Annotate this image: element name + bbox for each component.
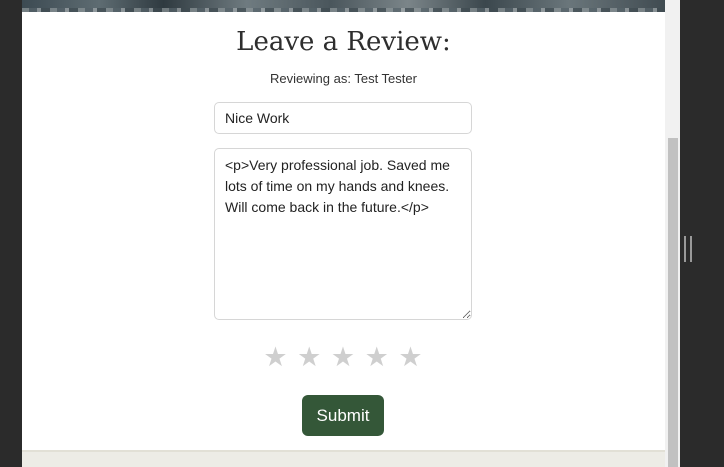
star-2-icon[interactable]: ★ xyxy=(297,341,322,373)
star-1-icon[interactable]: ★ xyxy=(263,341,288,373)
hero-image xyxy=(22,0,665,12)
review-body-textarea[interactable]: <p>Very professional job. Saved me lots … xyxy=(214,148,472,320)
review-subject-input[interactable] xyxy=(214,102,472,134)
reviewer-label: Reviewing as: Test Tester xyxy=(270,71,417,86)
star-4-icon[interactable]: ★ xyxy=(365,341,390,373)
star-3-icon[interactable]: ★ xyxy=(331,341,356,373)
star-5-icon[interactable]: ★ xyxy=(398,341,423,373)
submit-button[interactable]: Submit xyxy=(302,395,384,436)
panel-resize-handle[interactable] xyxy=(684,236,692,262)
star-rating: ★ ★ ★ ★ ★ xyxy=(22,341,665,373)
review-page: Leave a Review: Reviewing as: Test Teste… xyxy=(22,0,665,467)
footer xyxy=(22,450,665,467)
page-title: Leave a Review: xyxy=(236,27,451,57)
scrollbar-thumb[interactable] xyxy=(668,138,678,467)
